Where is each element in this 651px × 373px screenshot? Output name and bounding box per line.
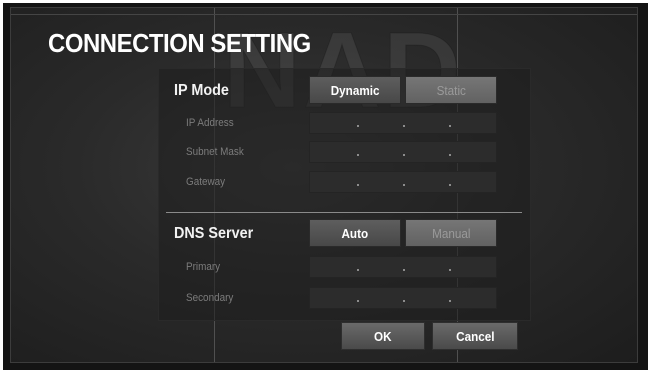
gateway-label: Gateway — [186, 176, 226, 188]
ip-mode-label: IP Mode — [174, 82, 229, 99]
cancel-button[interactable]: Cancel — [432, 322, 518, 350]
octet-separator — [403, 269, 405, 271]
octet-separator — [403, 125, 405, 127]
octet-separator — [357, 154, 359, 156]
octet-separator — [357, 300, 359, 302]
ok-button[interactable]: OK — [341, 322, 425, 350]
gateway-field[interactable] — [309, 171, 497, 193]
octet-separator — [357, 125, 359, 127]
dns-server-label: DNS Server — [174, 225, 254, 242]
primary-dns-field[interactable] — [309, 256, 497, 278]
ip-address-label: IP Address — [186, 117, 234, 129]
page-title: CONNECTION SETTING — [48, 28, 311, 58]
octet-separator — [357, 184, 359, 186]
secondary-dns-label: Secondary — [186, 292, 234, 304]
ip-mode-static-button[interactable]: Static — [405, 76, 497, 104]
secondary-dns-field[interactable] — [309, 287, 497, 309]
octet-separator — [357, 269, 359, 271]
ip-address-field[interactable] — [309, 112, 497, 134]
octet-separator — [403, 300, 405, 302]
connection-setting-screen: NAD CONNECTION SETTING IP Mode Dynamic S… — [10, 7, 638, 363]
subnet-mask-label: Subnet Mask — [186, 146, 244, 158]
octet-separator — [449, 300, 451, 302]
tv-frame: NAD CONNECTION SETTING IP Mode Dynamic S… — [3, 3, 648, 370]
octet-separator — [403, 184, 405, 186]
settings-panel — [158, 68, 531, 321]
octet-separator — [449, 154, 451, 156]
ip-mode-dynamic-button[interactable]: Dynamic — [309, 76, 401, 104]
octet-separator — [449, 125, 451, 127]
section-divider — [166, 212, 522, 213]
dns-manual-button[interactable]: Manual — [405, 219, 497, 247]
octet-separator — [449, 184, 451, 186]
octet-separator — [449, 269, 451, 271]
octet-separator — [403, 154, 405, 156]
subnet-mask-field[interactable] — [309, 141, 497, 163]
dns-auto-button[interactable]: Auto — [309, 219, 401, 247]
primary-dns-label: Primary — [186, 261, 221, 273]
